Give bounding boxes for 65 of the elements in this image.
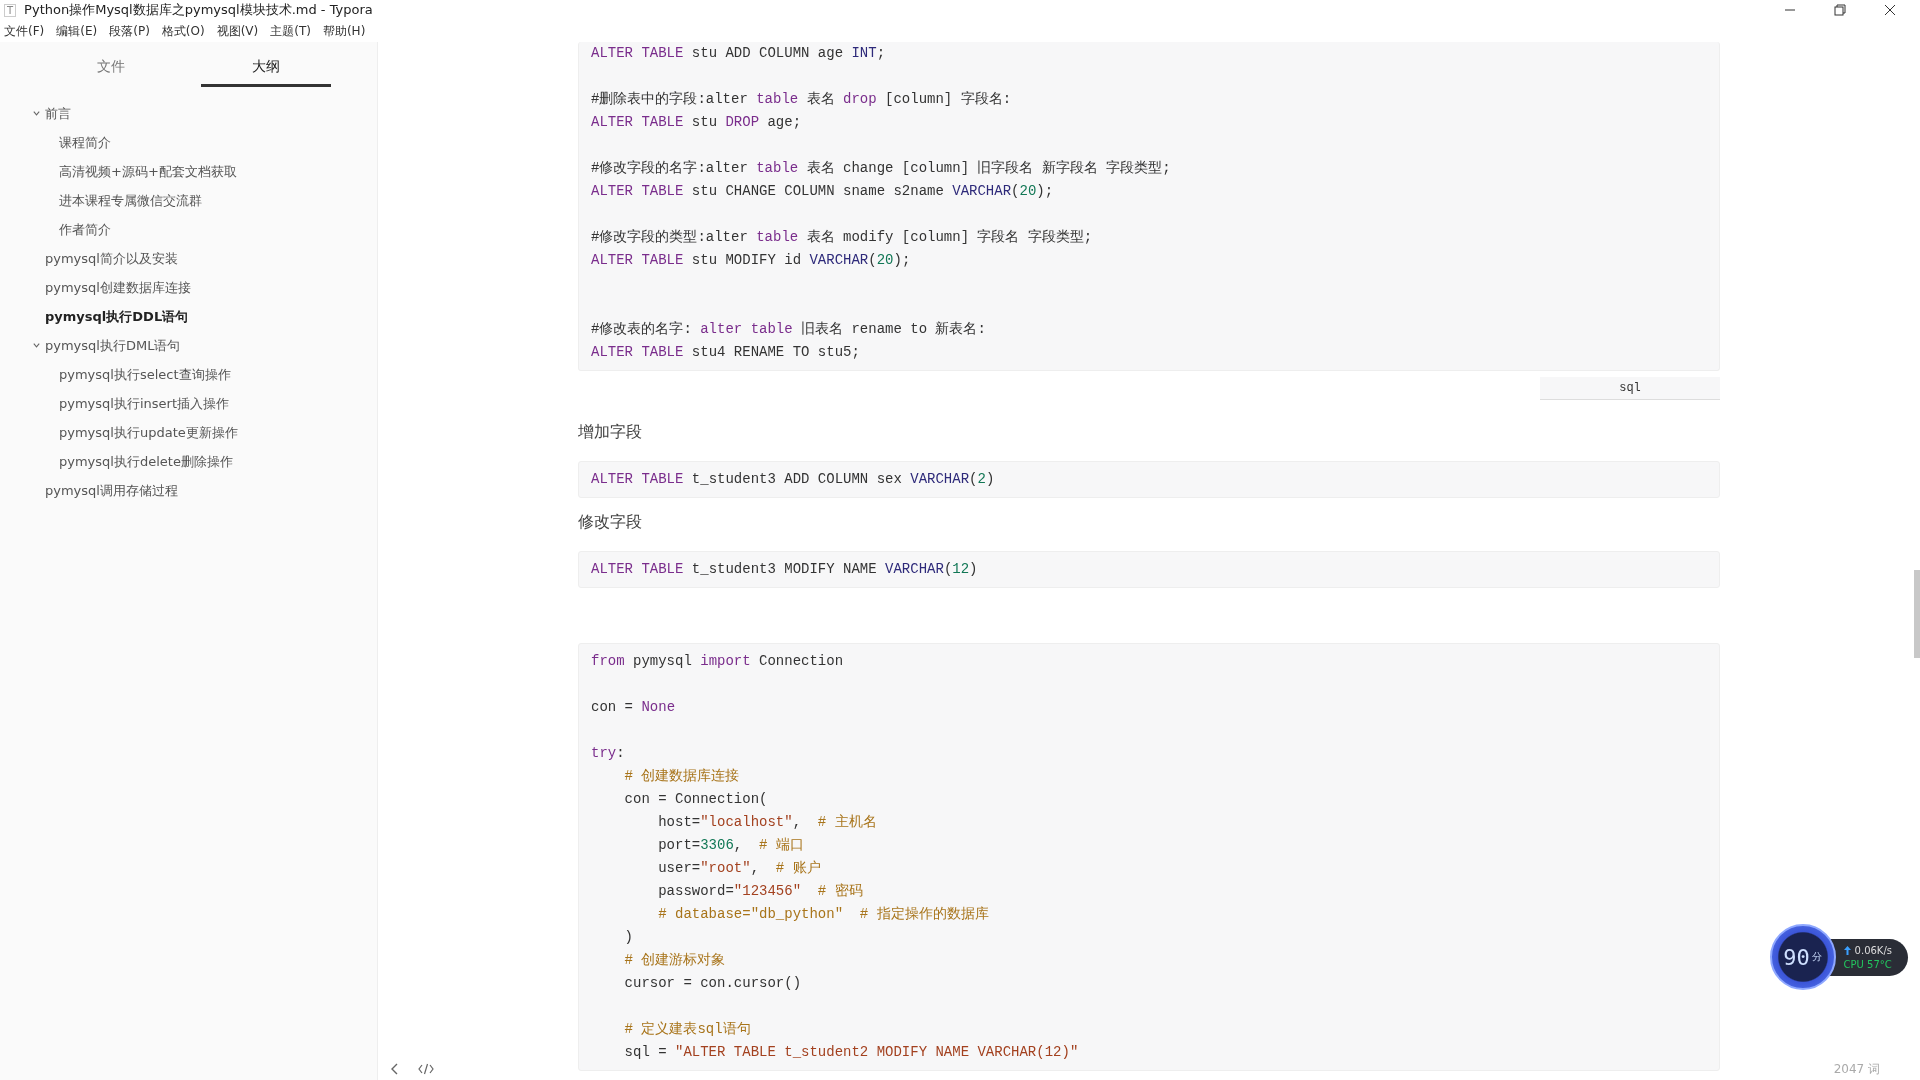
menu-item[interactable]: 主题(T) xyxy=(270,22,311,40)
code-line: # 创建数据库连接 xyxy=(623,767,741,786)
outline-item[interactable]: 高清视频+源码+配套文档获取 xyxy=(59,162,237,181)
code-line: ALTER TABLE stu ADD COLUMN age INT; xyxy=(591,44,887,63)
sidebar-tab[interactable]: 大纲 xyxy=(201,50,331,87)
code-line: ALTER TABLE stu4 RENAME TO stu5; xyxy=(591,343,861,362)
app-icon: T xyxy=(4,3,17,17)
outline-item[interactable]: 作者简介 xyxy=(59,220,111,239)
cpu-temperature: CPU 57°C xyxy=(1843,958,1892,970)
menu-item[interactable]: 段落(P) xyxy=(109,22,150,40)
code-line: try: xyxy=(591,744,626,763)
section-heading: 增加字段 xyxy=(578,422,643,443)
menu-item[interactable]: 编辑(E) xyxy=(56,22,98,40)
code-line: ALTER TABLE stu DROP age; xyxy=(591,113,803,132)
menu-item[interactable]: 视图(V) xyxy=(216,22,259,40)
menu-item[interactable]: 文件(F) xyxy=(4,22,45,40)
chevron-icon[interactable] xyxy=(32,109,41,118)
code-line: con = None xyxy=(591,698,677,717)
code-line: #修改字段的名字:alter table 表名 change [column] 旧字段名 新字段名 字段类型; xyxy=(591,159,1172,178)
code-line: con = Connection( xyxy=(623,790,769,809)
outline-item[interactable]: 前言 xyxy=(45,104,71,123)
upload-arrow-icon xyxy=(1843,945,1851,955)
collapse-sidebar-icon[interactable] xyxy=(390,1063,400,1075)
code-line: #修改字段的类型:alter table 表名 modify [column] 字段名 字段类型; xyxy=(591,228,1094,247)
menu-item[interactable]: 帮助(H) xyxy=(322,22,366,40)
code-line: from pymysql import Connection xyxy=(591,652,845,671)
restore-icon[interactable] xyxy=(1834,4,1846,16)
outline-item[interactable]: pymysql执行insert插入操作 xyxy=(59,394,229,413)
code-line: port=3306, # 端口 xyxy=(657,836,805,855)
code-line: # database="db_python" # 指定操作的数据库 xyxy=(657,905,990,924)
outline-item[interactable]: 课程简介 xyxy=(59,133,111,152)
outline-item[interactable]: pymysql执行update更新操作 xyxy=(59,423,238,442)
code-line: password="123456" # 密码 xyxy=(657,882,864,901)
code-line: #修改表的名字: alter table 旧表名 rename to 新表名: xyxy=(591,320,987,339)
close-icon[interactable] xyxy=(1884,4,1896,16)
outline-item[interactable]: pymysql调用存储过程 xyxy=(45,481,178,500)
outline-item[interactable]: pymysql执行DML语句 xyxy=(45,336,181,355)
network-speed: 0.06K/s xyxy=(1843,944,1892,956)
outline-item[interactable]: 进本课程专属微信交流群 xyxy=(59,191,202,210)
outline-item[interactable]: pymysql执行select查询操作 xyxy=(59,365,231,384)
section-heading: 修改字段 xyxy=(578,512,643,533)
language-field[interactable]: sql xyxy=(1540,377,1720,400)
chevron-icon[interactable] xyxy=(32,341,41,350)
code-line: ALTER TABLE t_student3 MODIFY NAME VARCHAR(12) xyxy=(591,560,979,579)
code-line: host="localhost", # 主机名 xyxy=(657,813,878,832)
code-line: ALTER TABLE stu CHANGE COLUMN sname s2name VARCHAR(20); xyxy=(591,182,1055,201)
outline-item[interactable]: pymysql执行delete删除操作 xyxy=(59,452,233,471)
code-line: cursor = con.cursor() xyxy=(623,974,803,993)
score-unit: 分 xyxy=(1811,950,1822,964)
code-line: # 创建游标对象 xyxy=(623,951,727,970)
sidebar-tab[interactable]: 文件 xyxy=(46,50,176,87)
outline-item[interactable]: pymysql执行DDL语句 xyxy=(45,307,189,326)
code-line: #删除表中的字段:alter table 表名 drop [column] 字段名: xyxy=(591,90,1013,109)
code-line: sql = "ALTER TABLE t_student2 MODIFY NAME VARCHAR(12)" xyxy=(623,1043,1080,1062)
code-line: ) xyxy=(623,928,634,947)
outline-item[interactable]: pymysql简介以及安装 xyxy=(45,249,178,268)
code-line: # 定义建表sql语句 xyxy=(623,1020,752,1039)
code-line: ALTER TABLE stu MODIFY id VARCHAR(20); xyxy=(591,251,912,270)
score-value: 90 xyxy=(1783,944,1810,970)
outline-item[interactable]: pymysql创建数据库连接 xyxy=(45,278,191,297)
menu-item[interactable]: 格式(O) xyxy=(161,22,205,40)
code-line: ALTER TABLE t_student3 ADD COLUMN sex VARCHAR(2) xyxy=(591,470,996,489)
window-title: Python操作Mysql数据库之pymysql模块技术.md - Typora xyxy=(24,1,373,19)
source-code-icon[interactable] xyxy=(418,1063,434,1075)
code-line: user="root", # 账户 xyxy=(657,859,822,878)
